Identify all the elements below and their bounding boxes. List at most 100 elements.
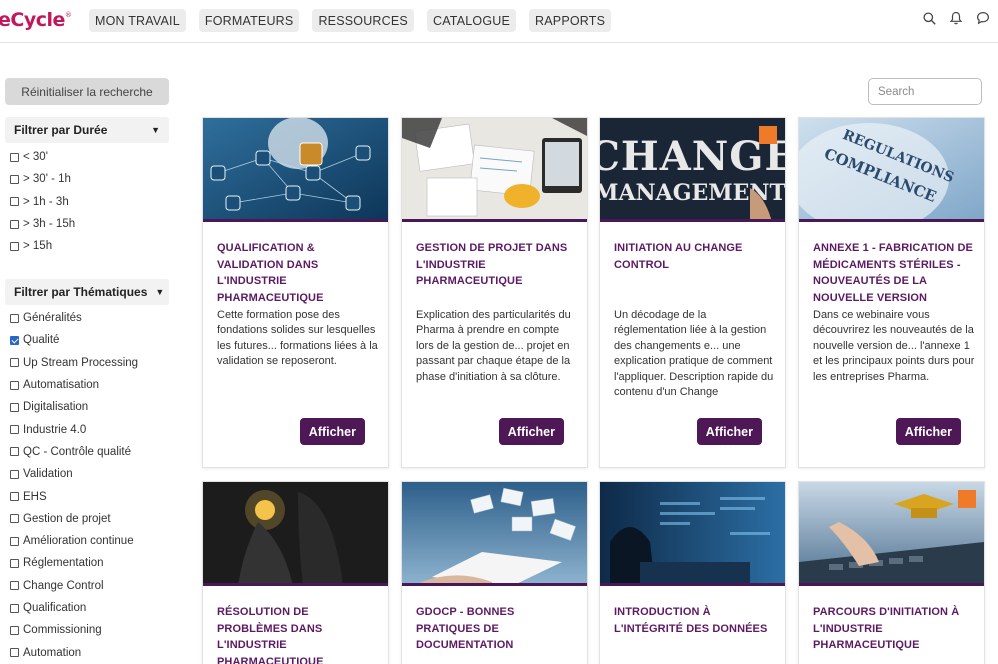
checkbox-icon[interactable] xyxy=(10,469,19,479)
filter-option[interactable]: Automatisation xyxy=(10,374,138,396)
new-badge-icon xyxy=(958,490,976,508)
checkbox-icon[interactable] xyxy=(10,514,19,524)
bell-icon[interactable] xyxy=(950,11,962,25)
caret-down-icon: ▼ xyxy=(151,125,160,135)
course-thumbnail xyxy=(203,118,388,222)
nav-ressources[interactable]: RESSOURCES xyxy=(312,9,414,32)
filter-option[interactable]: Commissioning xyxy=(10,619,138,641)
course-description: Explication des particularités du Pharma… xyxy=(416,309,571,383)
filter-option[interactable]: > 3h - 15h xyxy=(10,213,75,235)
duration-filter-header[interactable]: Filtrer par Durée ▼ xyxy=(5,117,169,143)
checkbox-icon[interactable] xyxy=(10,648,19,658)
filter-option[interactable]: > 15h xyxy=(10,235,75,257)
logo-text: eCycle xyxy=(0,9,65,31)
filter-option-label: Qualité xyxy=(23,334,60,347)
filter-option[interactable]: < 30' xyxy=(10,146,75,168)
course-card[interactable]: GESTION DE PROJET DANS L'INDUSTRIE PHARM… xyxy=(401,117,588,468)
course-title[interactable]: RÉSOLUTION DE PROBLÈMES DANS L'INDUSTRIE… xyxy=(217,604,379,664)
search-icon[interactable] xyxy=(923,11,936,25)
checkbox-icon[interactable] xyxy=(10,492,19,502)
reset-search-button[interactable]: Réinitialiser la recherche xyxy=(5,78,169,105)
checkbox-icon[interactable] xyxy=(10,152,19,162)
course-card[interactable]: QUALIFICATION & VALIDATION DANS L'INDUST… xyxy=(202,117,389,468)
course-thumbnail xyxy=(600,482,785,586)
show-course-button[interactable]: Afficher xyxy=(696,418,762,445)
checkbox-checked-icon[interactable] xyxy=(10,335,19,345)
course-title[interactable]: ANNEXE 1 - FABRICATION DE MÉDICAMENTS ST… xyxy=(813,240,975,306)
nav-catalogue[interactable]: CATALOGUE xyxy=(426,9,517,32)
theme-filter-header[interactable]: Filtrer par Thématiques ▼ xyxy=(5,279,169,305)
course-thumbnail: REGULATIONS COMPLIANCE xyxy=(799,118,984,222)
course-title[interactable]: PARCOURS D'INITIATION À L'INDUSTRIE PHAR… xyxy=(813,604,975,654)
course-title[interactable]: GDOCP - BONNES PRATIQUES DE DOCUMENTATIO… xyxy=(416,604,578,654)
checkbox-icon[interactable] xyxy=(10,558,19,568)
app-logo[interactable]: eCycle® xyxy=(0,9,72,31)
checkbox-icon[interactable] xyxy=(10,536,19,546)
checkbox-icon[interactable] xyxy=(10,447,19,457)
filter-option[interactable]: Industrie 4.0 xyxy=(10,418,138,440)
checkbox-icon[interactable] xyxy=(10,625,19,635)
checkbox-icon[interactable] xyxy=(10,197,19,207)
search-input[interactable] xyxy=(868,78,982,105)
show-course-button[interactable]: Afficher xyxy=(498,418,564,445)
filter-option[interactable]: Digitalisation xyxy=(10,396,138,418)
filter-option[interactable]: EHS xyxy=(10,485,138,507)
course-card[interactable]: INTRODUCTION À L'INTÉGRITÉ DES DONNÉES xyxy=(599,481,786,664)
course-card[interactable]: PARCOURS D'INITIATION À L'INDUSTRIE PHAR… xyxy=(798,481,985,664)
filter-option-label: EHS xyxy=(23,490,47,503)
checkbox-icon[interactable] xyxy=(10,174,19,184)
chat-icon[interactable] xyxy=(976,11,990,25)
checkbox-icon[interactable] xyxy=(10,358,19,368)
show-course-button[interactable]: Afficher xyxy=(895,418,961,445)
filter-option[interactable]: > 30' - 1h xyxy=(10,168,75,190)
filter-option[interactable]: Gestion de projet xyxy=(10,508,138,530)
filter-option-label: Gestion de projet xyxy=(23,512,111,525)
course-card[interactable]: RÉSOLUTION DE PROBLÈMES DANS L'INDUSTRIE… xyxy=(202,481,389,664)
course-title[interactable]: GESTION DE PROJET DANS L'INDUSTRIE PHARM… xyxy=(416,240,578,290)
theme-filter-title: Filtrer par Thématiques xyxy=(14,285,148,299)
checkbox-icon[interactable] xyxy=(10,380,19,390)
nav-rapports[interactable]: RAPPORTS xyxy=(529,9,612,32)
checkbox-icon[interactable] xyxy=(10,402,19,412)
checkbox-icon[interactable] xyxy=(10,581,19,591)
course-thumbnail xyxy=(799,482,984,586)
checkbox-icon[interactable] xyxy=(10,603,19,613)
main-nav: MON TRAVAIL FORMATEURS RESSOURCES CATALO… xyxy=(89,9,612,32)
filter-option[interactable]: > 1h - 3h xyxy=(10,191,75,213)
filter-option[interactable]: Change Control xyxy=(10,575,138,597)
course-thumbnail xyxy=(402,482,587,586)
checkbox-icon[interactable] xyxy=(10,241,19,251)
caret-down-icon: ▼ xyxy=(155,287,165,297)
course-description: Un décodage de la réglementation liée à … xyxy=(614,309,774,399)
show-course-button[interactable]: Afficher xyxy=(299,418,365,445)
checkbox-icon[interactable] xyxy=(10,219,19,229)
filter-option[interactable]: Validation xyxy=(10,463,138,485)
checkbox-icon[interactable] xyxy=(10,425,19,435)
filter-option[interactable]: QC - Contrôle qualité xyxy=(10,441,138,463)
filter-option[interactable]: Généralités xyxy=(10,307,138,329)
filter-option[interactable]: Amélioration continue xyxy=(10,530,138,552)
top-navigation-bar: eCycle® MON TRAVAIL FORMATEURS RESSOURCE… xyxy=(0,0,998,43)
course-card[interactable]: GDOCP - BONNES PRATIQUES DE DOCUMENTATIO… xyxy=(401,481,588,664)
filter-option[interactable]: Automation xyxy=(10,641,138,663)
filter-option-label: Up Stream Processing xyxy=(23,356,139,369)
nav-mon-travail[interactable]: MON TRAVAIL xyxy=(89,9,186,32)
filter-option[interactable]: Qualité xyxy=(10,329,138,351)
new-badge-icon xyxy=(759,126,777,144)
filter-option[interactable]: Qualification xyxy=(10,597,138,619)
filter-option-label: > 3h - 15h xyxy=(23,218,76,231)
course-title[interactable]: QUALIFICATION & VALIDATION DANS L'INDUST… xyxy=(217,240,379,306)
nav-formateurs[interactable]: FORMATEURS xyxy=(198,9,300,32)
course-title[interactable]: INTRODUCTION À L'INTÉGRITÉ DES DONNÉES xyxy=(614,604,776,637)
filter-option-label: Digitalisation xyxy=(23,401,89,414)
course-description: Dans ce webinaire vous découvrirez les n… xyxy=(813,309,975,383)
course-card[interactable]: REGULATIONS COMPLIANCE ANNEXE 1 - FABRIC… xyxy=(798,117,985,468)
filter-option[interactable]: Up Stream Processing xyxy=(10,352,138,374)
checkbox-icon[interactable] xyxy=(10,313,19,323)
filter-option[interactable]: Réglementation xyxy=(10,552,138,574)
filter-option-label: QC - Contrôle qualité xyxy=(23,445,132,458)
course-card[interactable]: CHANGE MANAGEMENT INITIATION AU CHANGE C… xyxy=(599,117,786,468)
filter-option-label: Automation xyxy=(23,646,82,659)
course-title[interactable]: INITIATION AU CHANGE CONTROL xyxy=(614,240,776,273)
filter-option-label: Généralités xyxy=(23,312,82,325)
